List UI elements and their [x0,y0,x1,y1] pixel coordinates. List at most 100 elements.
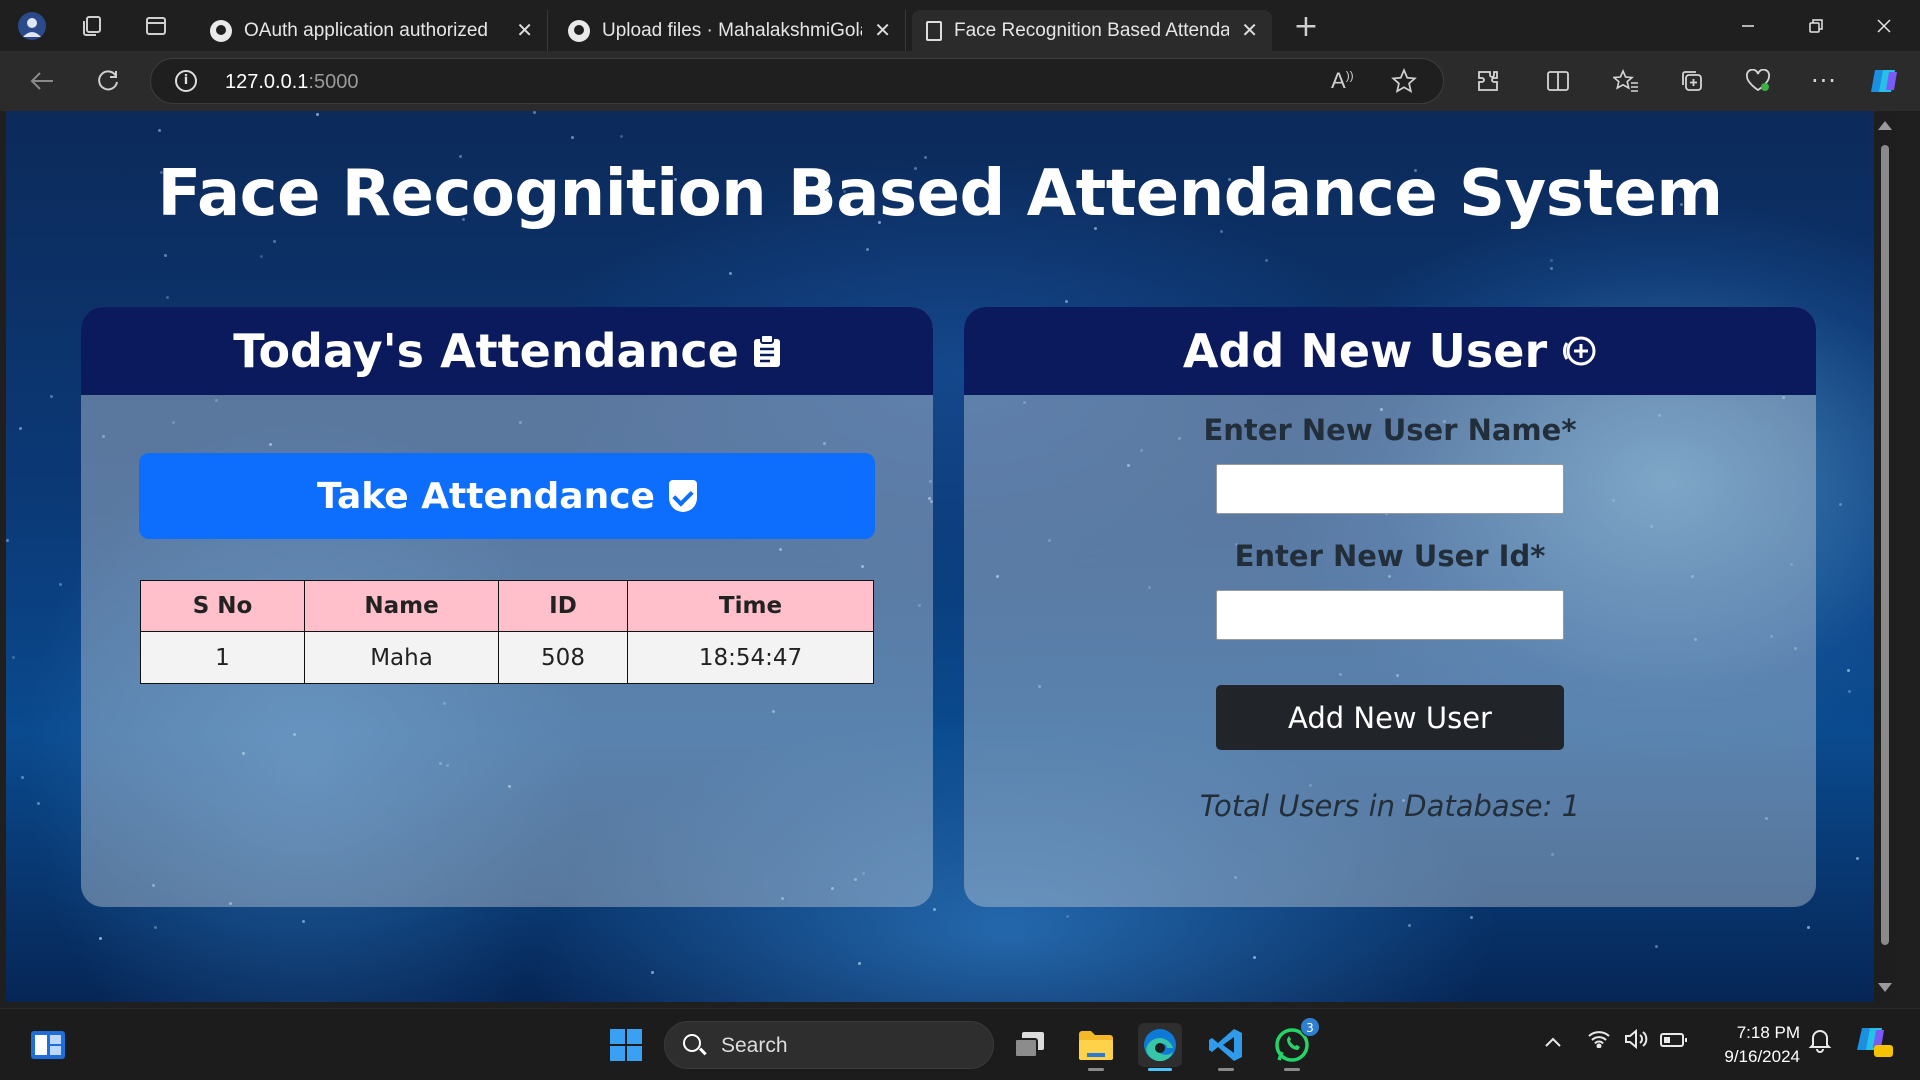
user-name-label: Enter New User Name* [1203,413,1577,447]
page-viewport: Face Recognition Based Attendance System… [6,111,1896,1002]
background-dot [858,962,861,965]
column-header-time: Time [627,580,874,632]
notifications-icon[interactable] [1808,1027,1832,1058]
new-tab-button[interactable]: + [1286,6,1326,46]
background-dot [19,427,22,430]
favorites-icon[interactable] [1608,63,1644,99]
background-dot [1408,924,1411,927]
read-aloud-icon[interactable]: A)) [1331,68,1354,94]
background-dot [37,802,40,805]
task-view-icon[interactable] [1008,1023,1052,1067]
profile-icon[interactable] [12,6,52,46]
tab-oauth[interactable]: OAuth application authorized ✕ [196,10,548,51]
tab-upload-files[interactable]: Upload files · MahalakshmiGolakonda ✕ [554,10,906,51]
add-user-heading: Add New User [1182,324,1548,378]
github-icon [210,19,232,42]
system-clock[interactable]: 7:18 PM 9/16/2024 [1700,1021,1800,1069]
background-dot [1550,259,1553,262]
tab-title: Face Recognition Based Attendance System [954,19,1230,41]
background-dot [166,296,169,299]
wifi-icon[interactable] [1588,1029,1610,1053]
close-window-button[interactable] [1850,0,1918,51]
page-scrollbar[interactable] [1874,111,1896,1002]
background-dot [99,937,102,940]
attendance-card-header: Today's Attendance [81,307,933,395]
take-attendance-label: Take Attendance [317,475,655,517]
background-dot [620,135,623,138]
user-id-label: Enter New User Id* [1234,539,1546,573]
browser-titlebar: OAuth application authorized ✕ Upload fi… [0,0,1920,51]
background-dot [933,908,936,911]
column-header-id: ID [498,580,628,632]
cell-name: Maha [304,631,499,684]
add-new-user-button[interactable]: Add New User [1216,685,1564,750]
scroll-down-arrow[interactable] [1878,983,1892,992]
tab-title: Upload files · MahalakshmiGolakonda [602,19,862,41]
add-user-card-header: Add New User [964,307,1816,395]
extensions-icon[interactable] [1470,63,1506,99]
clock-time: 7:18 PM [1736,1023,1800,1042]
battery-icon[interactable] [1660,1029,1688,1053]
cell-sno: 1 [140,631,305,684]
whatsapp-icon[interactable]: 3 [1270,1017,1320,1071]
scroll-up-arrow[interactable] [1878,121,1892,130]
workspaces-icon[interactable] [72,6,112,46]
close-tab-icon[interactable]: ✕ [516,18,533,43]
site-info-icon[interactable]: i [175,70,197,92]
background-dot [1839,503,1842,506]
table-row: 1 Maha 508 18:54:47 [140,631,874,684]
attendance-heading: Today's Attendance [233,324,739,378]
close-tab-icon[interactable]: ✕ [1241,18,1258,43]
collections-icon[interactable] [1674,63,1710,99]
background-dot [1253,956,1256,959]
background-dot [1265,259,1268,262]
more-options-icon[interactable]: ··· [1806,63,1842,99]
split-screen-icon[interactable] [1540,63,1576,99]
user-name-input[interactable] [1216,464,1564,514]
scrollbar-thumb[interactable] [1881,145,1889,945]
tab-face-recognition[interactable]: Face Recognition Based Attendance System… [912,10,1272,51]
url-text[interactable]: 127.0.0.1:5000 [225,71,358,94]
back-button[interactable] [22,63,62,99]
minimize-button[interactable] [1714,0,1782,51]
widgets-icon[interactable] [26,1023,70,1067]
start-windows-icon[interactable] [604,1023,648,1067]
background-dot [1550,267,1553,270]
browser-essentials-icon[interactable] [1740,63,1776,99]
tab-actions-icon[interactable] [136,6,176,46]
file-explorer-icon[interactable] [1074,1023,1118,1071]
background-dot [50,395,53,398]
background-dot [158,129,161,132]
background-dot [260,255,263,258]
background-dot [154,926,157,929]
favorite-star-icon[interactable] [1391,67,1417,100]
running-indicator [1088,1068,1104,1071]
background-dot [1065,300,1068,303]
take-attendance-button[interactable]: Take Attendance [139,453,875,539]
copilot-taskbar-icon[interactable] [1854,1025,1894,1064]
show-hidden-icons-chevron[interactable] [1544,1029,1562,1053]
background-dot [1807,926,1810,929]
vscode-icon[interactable] [1204,1023,1248,1071]
user-id-input[interactable] [1216,590,1564,640]
url-port: :5000 [308,71,359,93]
background-dot [1470,916,1473,919]
background-dot [533,111,536,114]
notification-badge: 3 [1300,1017,1320,1037]
refresh-button[interactable] [88,63,128,99]
background-dot [1848,690,1851,693]
background-dot [316,113,319,116]
copilot-icon[interactable] [1866,63,1902,99]
url-bar[interactable]: i 127.0.0.1:5000 A)) [150,58,1444,104]
background-dot [21,776,24,779]
running-indicator [1218,1068,1234,1071]
restore-button[interactable] [1782,0,1850,51]
volume-icon[interactable] [1624,1028,1650,1054]
edge-browser-icon[interactable] [1138,1023,1182,1071]
taskbar-search[interactable]: Search [664,1021,994,1069]
tab-title: OAuth application authorized [244,19,488,41]
table-header-row: S No Name ID Time [140,580,874,632]
background-dot [729,272,732,275]
background-dot [1655,945,1658,948]
close-tab-icon[interactable]: ✕ [874,18,891,43]
